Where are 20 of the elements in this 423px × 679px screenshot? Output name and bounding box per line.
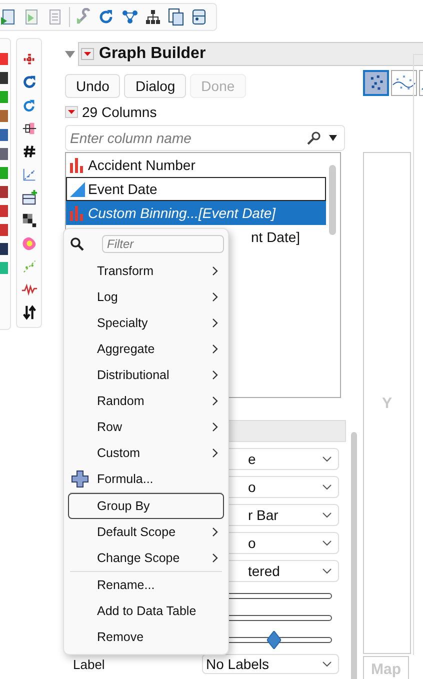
search-field[interactable]: Enter column name <box>65 125 345 151</box>
column-item[interactable]: Event Date <box>66 177 326 201</box>
menu-item[interactable]: Random <box>68 388 224 414</box>
filter-field[interactable]: Filter <box>102 235 224 253</box>
undo-button[interactable]: Undo <box>65 74 120 98</box>
menu-item[interactable]: Add to Data Table <box>68 598 224 624</box>
menu-item[interactable]: Aggregate <box>68 336 224 362</box>
dialog-button[interactable]: Dialog <box>124 74 186 98</box>
menu-item[interactable]: Group By <box>68 493 224 519</box>
menu-item[interactable]: Transform <box>68 258 224 284</box>
menu-item[interactable]: Distributional <box>68 362 224 388</box>
menu-item[interactable]: Log <box>68 284 224 310</box>
column-item[interactable]: Custom Binning...[Event Date] <box>66 201 326 225</box>
menu-item[interactable]: Row <box>68 414 224 440</box>
panel-title: Graph Builder <box>99 45 206 63</box>
menu-item[interactable]: Remove <box>68 624 224 650</box>
menu-item[interactable]: Specialty <box>68 310 224 336</box>
column-count: 29 Columns <box>82 104 157 120</box>
column-item[interactable]: Accident Number <box>66 153 326 177</box>
property-label: Label <box>73 656 105 672</box>
